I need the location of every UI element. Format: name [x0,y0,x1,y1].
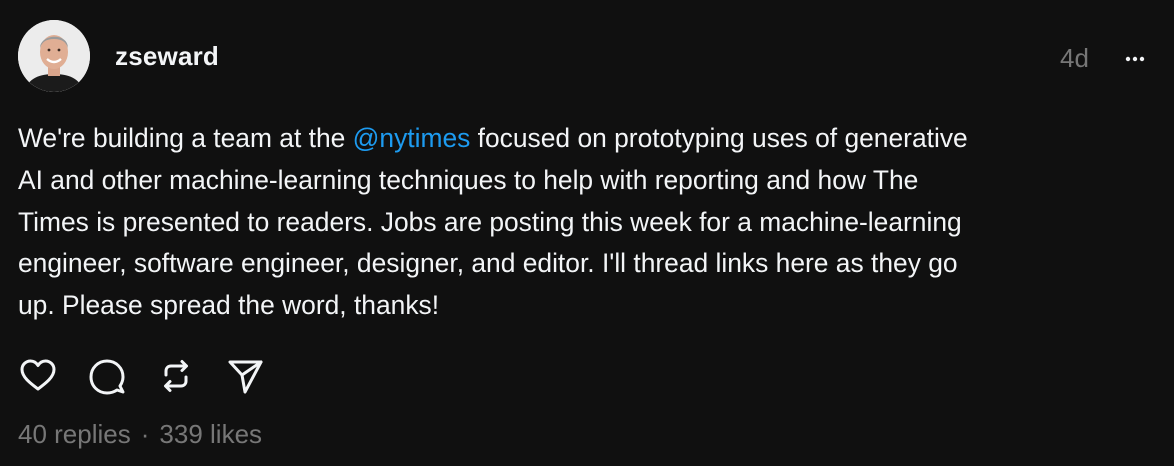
post-stats: 40 replies · 339 likes [18,418,262,450]
repost-button[interactable] [156,356,196,396]
repost-icon [164,360,188,392]
heart-icon [20,359,56,391]
stats-separator: · [140,419,150,449]
replies-count-link[interactable]: 40 replies [18,419,131,449]
send-icon [228,360,263,394]
mention-link[interactable]: @nytimes [353,123,471,153]
reply-button[interactable] [87,356,127,396]
thread-post: zseward 4d We're building a team at the … [0,0,1174,466]
action-bar [18,356,294,396]
post-timestamp: 4d [1060,43,1089,73]
post-text-line: We're building a team at the @nytimes fo… [18,123,968,153]
post-text-line: AI and other machine-learning techniques… [18,164,919,195]
share-button[interactable] [225,356,265,396]
post-text: We're building a team at the @nytimes fo… [18,118,1148,327]
avatar[interactable] [18,20,90,92]
avatar-image [18,20,90,92]
more-options-button[interactable] [1120,46,1154,72]
like-button[interactable] [18,356,58,396]
post-text-line: up. Please spread the word, thanks! [18,290,440,321]
post-text-line: Times is presented to readers. Jobs are … [18,206,962,237]
comment-icon [89,359,125,395]
likes-count-link[interactable]: 339 likes [159,419,262,449]
more-horizontal-icon [1125,56,1145,62]
post-text-line: engineer, software engineer, designer, a… [18,248,958,279]
username[interactable]: zseward [115,40,219,72]
